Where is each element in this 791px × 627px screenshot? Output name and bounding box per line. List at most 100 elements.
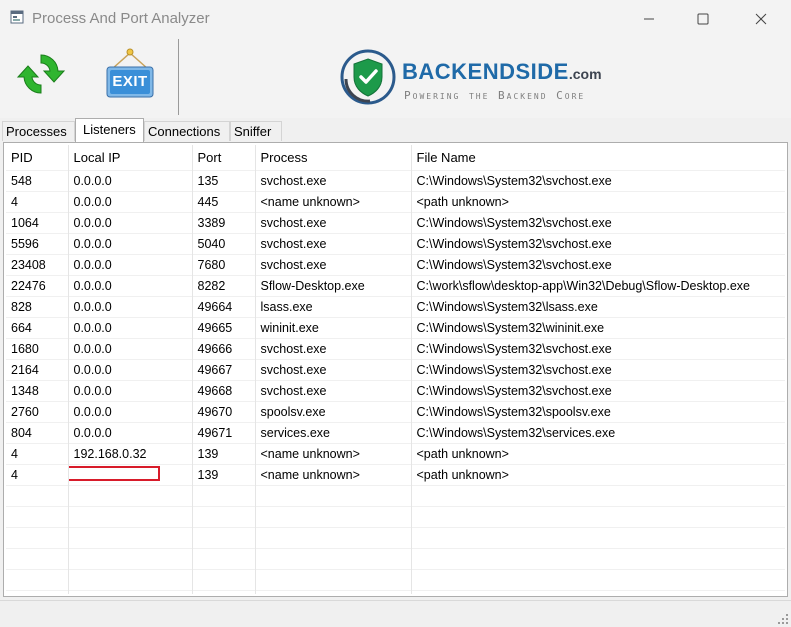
- cell-local-ip: 0.0.0.0: [68, 170, 193, 192]
- empty-cell: [411, 590, 785, 594]
- empty-cell: [68, 527, 193, 549]
- cell-pid: 1064: [6, 212, 69, 234]
- refresh-button[interactable]: [16, 49, 66, 99]
- table-row[interactable]: 1064 0.0.0.0 3389 svchost.exe C:\Windows\Sys…: [6, 212, 785, 234]
- cell-local-ip: 0.0.0.0: [68, 191, 193, 213]
- table-row[interactable]: 2760 0.0.0.0 49670 spoolsv.exe C:\Windows\Sy…: [6, 401, 785, 423]
- cell-port: 49670: [192, 401, 256, 423]
- cell-file-name: <path unknown>: [411, 464, 785, 486]
- cell-local-ip: 0.0.0.0: [68, 359, 193, 381]
- cell-file-name: C:\Windows\System32\lsass.exe: [411, 296, 785, 318]
- close-icon: [755, 13, 767, 24]
- cell-pid: 1680: [6, 338, 69, 360]
- column-header-process[interactable]: Process: [255, 145, 412, 171]
- cell-process: spoolsv.exe: [255, 401, 412, 423]
- empty-cell: [6, 485, 69, 507]
- empty-cell: [192, 590, 256, 594]
- cell-port: 5040: [192, 233, 256, 255]
- maximize-button[interactable]: [680, 0, 726, 37]
- tab-connections[interactable]: Connections: [144, 121, 230, 141]
- cell-port: 139: [192, 443, 256, 465]
- redaction-box: [68, 466, 160, 481]
- cell-file-name: C:\Windows\System32\spoolsv.exe: [411, 401, 785, 423]
- cell-process: svchost.exe: [255, 233, 412, 255]
- empty-cell: [255, 485, 412, 507]
- empty-cell: [192, 527, 256, 549]
- cell-port: 7680: [192, 254, 256, 276]
- exit-label: EXIT: [112, 73, 148, 90]
- cell-process: wininit.exe: [255, 317, 412, 339]
- cell-pid: 22476: [6, 275, 69, 297]
- column-header-pid[interactable]: PID: [6, 145, 69, 171]
- table-row[interactable]: 22476 0.0.0.0 8282 Sflow-Desktop.exe C:\work…: [6, 275, 785, 297]
- empty-row: [6, 548, 785, 570]
- cell-local-ip: 0.0.0.0: [68, 275, 193, 297]
- table-row[interactable]: 4 192.168.0.32 139 <name unknown> <path unkn…: [6, 443, 785, 465]
- backendside-logo: BACKENDSIDE.com Powering the Backend Cor…: [340, 49, 640, 107]
- tab-sniffer[interactable]: Sniffer: [230, 121, 282, 141]
- listeners-list[interactable]: PID Local IP Port Process File Name 548 0…: [6, 145, 785, 594]
- status-bar: [0, 600, 791, 627]
- logo-wordmark: BACKENDSIDE.com: [402, 59, 602, 85]
- cell-process: svchost.exe: [255, 359, 412, 381]
- cell-process: <name unknown>: [255, 464, 412, 486]
- cell-port: 49671: [192, 422, 256, 444]
- table-row[interactable]: 4 139 <name unknown> <path unknown>: [6, 464, 785, 486]
- empty-cell: [6, 548, 69, 570]
- resize-grip-icon[interactable]: [777, 613, 789, 625]
- tab-listeners[interactable]: Listeners: [75, 118, 144, 142]
- logo-tagline: Powering the Backend Core: [404, 89, 586, 102]
- cell-process: svchost.exe: [255, 380, 412, 402]
- cell-port: 139: [192, 464, 256, 486]
- cell-local-ip: 0.0.0.0: [68, 401, 193, 423]
- empty-cell: [68, 569, 193, 591]
- cell-pid: 4: [6, 443, 69, 465]
- cell-process: services.exe: [255, 422, 412, 444]
- shield-check-icon: [340, 49, 396, 105]
- table-row[interactable]: 5596 0.0.0.0 5040 svchost.exe C:\Windows\Sys…: [6, 233, 785, 255]
- minimize-button[interactable]: [626, 0, 672, 37]
- cell-local-ip: 0.0.0.0: [68, 380, 193, 402]
- title-bar: Process And Port Analyzer: [0, 0, 791, 37]
- table-row[interactable]: 828 0.0.0.0 49664 lsass.exe C:\Windows\Syste…: [6, 296, 785, 318]
- cell-pid: 828: [6, 296, 69, 318]
- cell-file-name: C:\Windows\System32\wininit.exe: [411, 317, 785, 339]
- table-row[interactable]: 23408 0.0.0.0 7680 svchost.exe C:\Windows\Sy…: [6, 254, 785, 276]
- close-button[interactable]: [738, 0, 784, 37]
- table-row[interactable]: 804 0.0.0.0 49671 services.exe C:\Windows\Sy…: [6, 422, 785, 444]
- cell-pid: 5596: [6, 233, 69, 255]
- table-row[interactable]: 1680 0.0.0.0 49666 svchost.exe C:\Windows\Sy…: [6, 338, 785, 360]
- toolbar: EXIT BACKENDSIDE.com Powering the Backen…: [0, 37, 791, 118]
- cell-port: 49668: [192, 380, 256, 402]
- listeners-table: PID Local IP Port Process File Name 548 0…: [6, 145, 785, 594]
- column-header-port[interactable]: Port: [192, 145, 256, 171]
- cell-process: lsass.exe: [255, 296, 412, 318]
- cell-process: <name unknown>: [255, 191, 412, 213]
- table-row[interactable]: 548 0.0.0.0 135 svchost.exe C:\Windows\Syste…: [6, 170, 785, 192]
- maximize-icon: [697, 13, 709, 24]
- column-header-local-ip[interactable]: Local IP: [68, 145, 193, 171]
- tab-processes[interactable]: Processes: [2, 121, 75, 141]
- cell-port: 3389: [192, 212, 256, 234]
- table-row[interactable]: 664 0.0.0.0 49665 wininit.exe C:\Windows\Sys…: [6, 317, 785, 339]
- cell-file-name: C:\Windows\System32\svchost.exe: [411, 359, 785, 381]
- cell-local-ip: 0.0.0.0: [68, 212, 193, 234]
- cell-pid: 23408: [6, 254, 69, 276]
- empty-row: [6, 527, 785, 549]
- exit-button[interactable]: EXIT: [104, 47, 156, 101]
- logo-suffix: .com: [568, 66, 602, 82]
- empty-cell: [192, 506, 256, 528]
- cell-port: 49667: [192, 359, 256, 381]
- table-row[interactable]: 1348 0.0.0.0 49668 svchost.exe C:\Windows\Sy…: [6, 380, 785, 402]
- empty-cell: [411, 506, 785, 528]
- window-title: Process And Port Analyzer: [32, 10, 210, 27]
- toolbar-separator: [178, 39, 179, 115]
- cell-file-name: <path unknown>: [411, 443, 785, 465]
- table-row[interactable]: 2164 0.0.0.0 49667 svchost.exe C:\Windows\Sy…: [6, 359, 785, 381]
- table-row[interactable]: 4 0.0.0.0 445 <name unknown> <path unknown>: [6, 191, 785, 213]
- column-header-file-name[interactable]: File Name: [411, 145, 785, 171]
- empty-cell: [255, 569, 412, 591]
- cell-local-ip: 0.0.0.0: [68, 296, 193, 318]
- empty-cell: [411, 548, 785, 570]
- cell-local-ip: 0.0.0.0: [68, 317, 193, 339]
